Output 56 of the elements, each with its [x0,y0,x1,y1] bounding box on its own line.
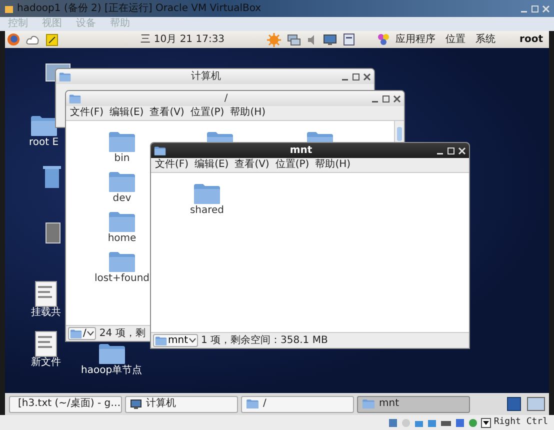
caret-icon [87,331,94,336]
host-key-label: Right Ctrl [494,418,548,427]
window-title: 计算机 [190,72,222,82]
arrow-down-icon [480,418,491,428]
document-icon [35,331,57,357]
panel-menu[interactable]: 系统 [476,34,496,44]
status-text: 1 项，剩余空间：358.1 MB [201,336,328,346]
location-dropdown[interactable]: mnt [153,334,198,347]
volume-icon[interactable] [306,34,317,46]
browser-icon[interactable] [7,33,20,46]
menu-item[interactable]: 编辑(E) [110,108,144,118]
location-dropdown[interactable]: / [68,327,96,340]
panel-menu[interactable]: 位置 [446,34,466,44]
menu-item[interactable]: 文件(F) [70,108,104,118]
window-title: / [223,94,229,104]
caret-icon [189,338,196,343]
menu-item[interactable]: 编辑(E) [194,160,229,170]
status-text: 24 项，剩 [99,328,146,338]
monitor-icon[interactable] [322,34,337,46]
desktop-icon-label[interactable]: haoop单节点 [81,366,142,376]
optical-drive-icon [400,418,411,428]
clipboard-icon[interactable] [342,33,355,46]
menu-item[interactable]: 文件(F) [155,160,189,170]
folder-item[interactable]: bin [92,131,152,165]
computer-icon [130,398,142,410]
taskbar-button[interactable]: 计算机 [125,396,238,412]
taskbar-button[interactable]: / [241,396,354,412]
folder-item[interactable]: shared [177,183,237,217]
workspace-switcher[interactable] [507,397,545,411]
maximize-icon[interactable] [382,94,390,102]
menu-item[interactable]: 查看(V) [234,160,270,170]
menu-item[interactable]: 位置(P) [190,108,224,118]
clock[interactable]: 三 10月 21 17:33 [140,34,225,44]
window-title: mnt [288,146,314,156]
taskbar-button[interactable]: mnt [357,396,470,412]
scrollbar[interactable] [394,121,404,143]
user-menu[interactable]: root [520,34,547,44]
taskbar-button[interactable]: [h3.txt (~/桌面) - g… [9,396,122,412]
menu-item[interactable]: 帮助(H) [315,160,351,170]
cloud-icon[interactable] [26,34,40,46]
close-icon[interactable] [393,94,401,102]
maximize-icon[interactable] [352,72,360,80]
document-icon [35,281,57,307]
notes-icon[interactable] [46,34,58,46]
menu-item[interactable]: 查看(V) [150,108,184,118]
close-icon[interactable] [363,72,371,80]
desktop-icon-label[interactable]: 挂载共 [31,308,61,318]
panel-menu[interactable]: 应用程序 [396,34,436,44]
trash-icon [43,165,61,189]
desktop-icon-label[interactable]: root E [29,138,59,148]
menu-item[interactable]: 位置(P) [275,160,310,170]
host-window-title: hadoop1 (备份 2) [正在运行] Oracle VM VirtualBox [17,4,262,14]
menu-item[interactable]: 帮助(H) [230,108,266,118]
desktop-icon-label[interactable]: 新文件 [31,358,61,368]
app-icon [4,4,14,14]
applications-icon [376,33,390,46]
